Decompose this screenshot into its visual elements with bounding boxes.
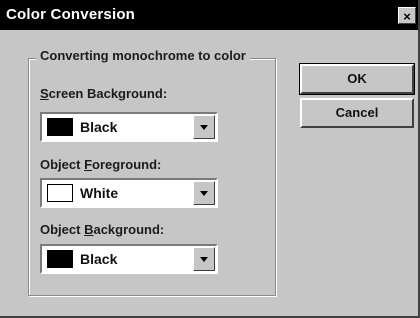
object-foreground-dropdown[interactable]: White: [40, 178, 218, 208]
object-foreground-label: Object Foreground:: [40, 157, 162, 172]
title-bar[interactable]: Color Conversion ×: [0, 0, 418, 30]
selected-color: White: [80, 185, 119, 201]
color-swatch: [47, 250, 73, 268]
cancel-button[interactable]: Cancel: [300, 98, 414, 128]
screen-background-dropdown[interactable]: Black: [40, 112, 218, 142]
object-background-dropdown[interactable]: Black: [40, 244, 218, 274]
selected-color: Black: [80, 119, 118, 135]
color-conversion-dialog: Color Conversion × Converting monochrome…: [0, 0, 420, 318]
close-icon: ×: [403, 9, 411, 24]
color-swatch: [47, 118, 73, 136]
screen-background-label: Screen Background:: [40, 86, 168, 101]
group-legend: Converting monochrome to color: [36, 48, 250, 63]
chevron-down-icon[interactable]: [193, 115, 215, 139]
color-swatch: [47, 184, 73, 202]
dialog-title: Color Conversion: [6, 6, 136, 23]
chevron-down-icon[interactable]: [193, 181, 215, 205]
ok-button[interactable]: OK: [299, 63, 415, 95]
object-background-label: Object Background:: [40, 222, 165, 237]
selected-color: Black: [80, 251, 118, 267]
chevron-down-icon[interactable]: [193, 247, 215, 271]
close-button[interactable]: ×: [398, 7, 416, 24]
